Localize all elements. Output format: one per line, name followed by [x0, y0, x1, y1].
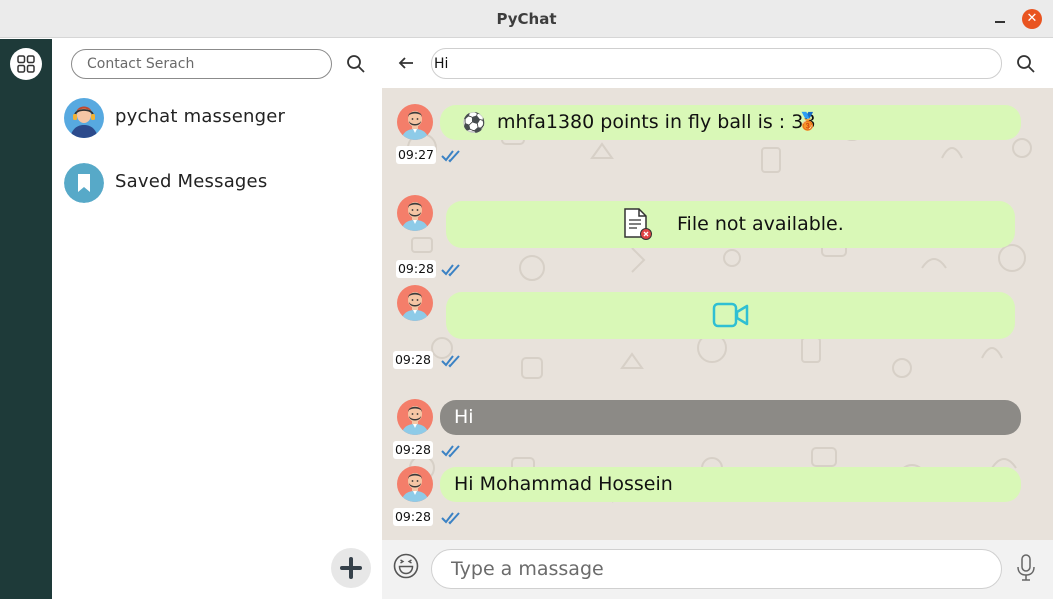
sender-avatar[interactable]: [397, 104, 433, 140]
message-bubble[interactable]: ⚽ mhfa1380 points in fly ball is : 38 🥉: [440, 105, 1021, 140]
message-bubble[interactable]: Hi Mohammad Hossein: [440, 467, 1021, 502]
emoji-icon[interactable]: [393, 553, 419, 579]
contacts-panel: pychat massenger Saved Messages: [52, 39, 382, 599]
window-title: PyChat: [496, 10, 557, 28]
message-input[interactable]: [431, 549, 1002, 589]
minimize-icon[interactable]: [992, 10, 1008, 28]
message-composer: [382, 540, 1053, 599]
left-rail: [0, 39, 52, 599]
grid-menu-icon[interactable]: [10, 48, 42, 80]
chat-header: [382, 39, 1053, 88]
message-text: Hi: [454, 406, 474, 428]
sender-avatar[interactable]: [397, 466, 433, 502]
contact-name: Saved Messages: [115, 171, 268, 192]
microphone-icon[interactable]: [1016, 554, 1036, 582]
back-arrow-icon[interactable]: [396, 53, 416, 73]
file-status-text: File not available.: [677, 213, 844, 235]
sender-avatar[interactable]: [397, 285, 433, 321]
message-time: 09:28: [393, 351, 433, 369]
message-time: 09:28: [396, 260, 436, 278]
message-text: mhfa1380 points in fly ball is : 38: [497, 111, 816, 133]
read-receipt-icon: [441, 149, 461, 163]
read-receipt-icon: [441, 263, 461, 277]
contact-name: pychat massenger: [115, 106, 286, 127]
sender-avatar[interactable]: [397, 195, 433, 231]
chat-search-input[interactable]: [431, 48, 1002, 79]
close-icon[interactable]: ✕: [1022, 9, 1042, 29]
title-bar: PyChat ✕: [0, 0, 1053, 38]
file-error-icon: [624, 208, 652, 240]
add-contact-button[interactable]: [331, 548, 371, 588]
contact-item-saved-messages[interactable]: Saved Messages: [52, 157, 382, 213]
message-time: 09:27: [396, 146, 436, 164]
message-text: Hi Mohammad Hossein: [454, 473, 673, 495]
contact-item-pychat[interactable]: pychat massenger: [52, 92, 382, 148]
search-icon[interactable]: [345, 53, 367, 75]
message-time: 09:28: [393, 441, 433, 459]
message-bubble[interactable]: Hi: [440, 400, 1021, 435]
read-receipt-icon: [441, 354, 461, 368]
read-receipt-icon: [441, 511, 461, 525]
bronze-medal-icon: 🥉: [797, 112, 819, 132]
contact-list: pychat massenger Saved Messages: [52, 88, 382, 599]
sender-avatar[interactable]: [397, 399, 433, 435]
video-camera-icon[interactable]: [712, 302, 750, 329]
bookmark-icon: [64, 163, 104, 203]
file-message-bubble[interactable]: File not available.: [446, 201, 1015, 248]
search-icon[interactable]: [1015, 53, 1037, 75]
soccer-ball-icon: ⚽: [462, 112, 486, 134]
read-receipt-icon: [441, 444, 461, 458]
support-agent-avatar: [64, 98, 104, 138]
contact-search-input[interactable]: [71, 49, 332, 79]
chat-messages-area[interactable]: ⚽ mhfa1380 points in fly ball is : 38 🥉 …: [382, 88, 1053, 540]
message-time: 09:28: [393, 508, 433, 526]
video-message-bubble[interactable]: [446, 292, 1015, 339]
